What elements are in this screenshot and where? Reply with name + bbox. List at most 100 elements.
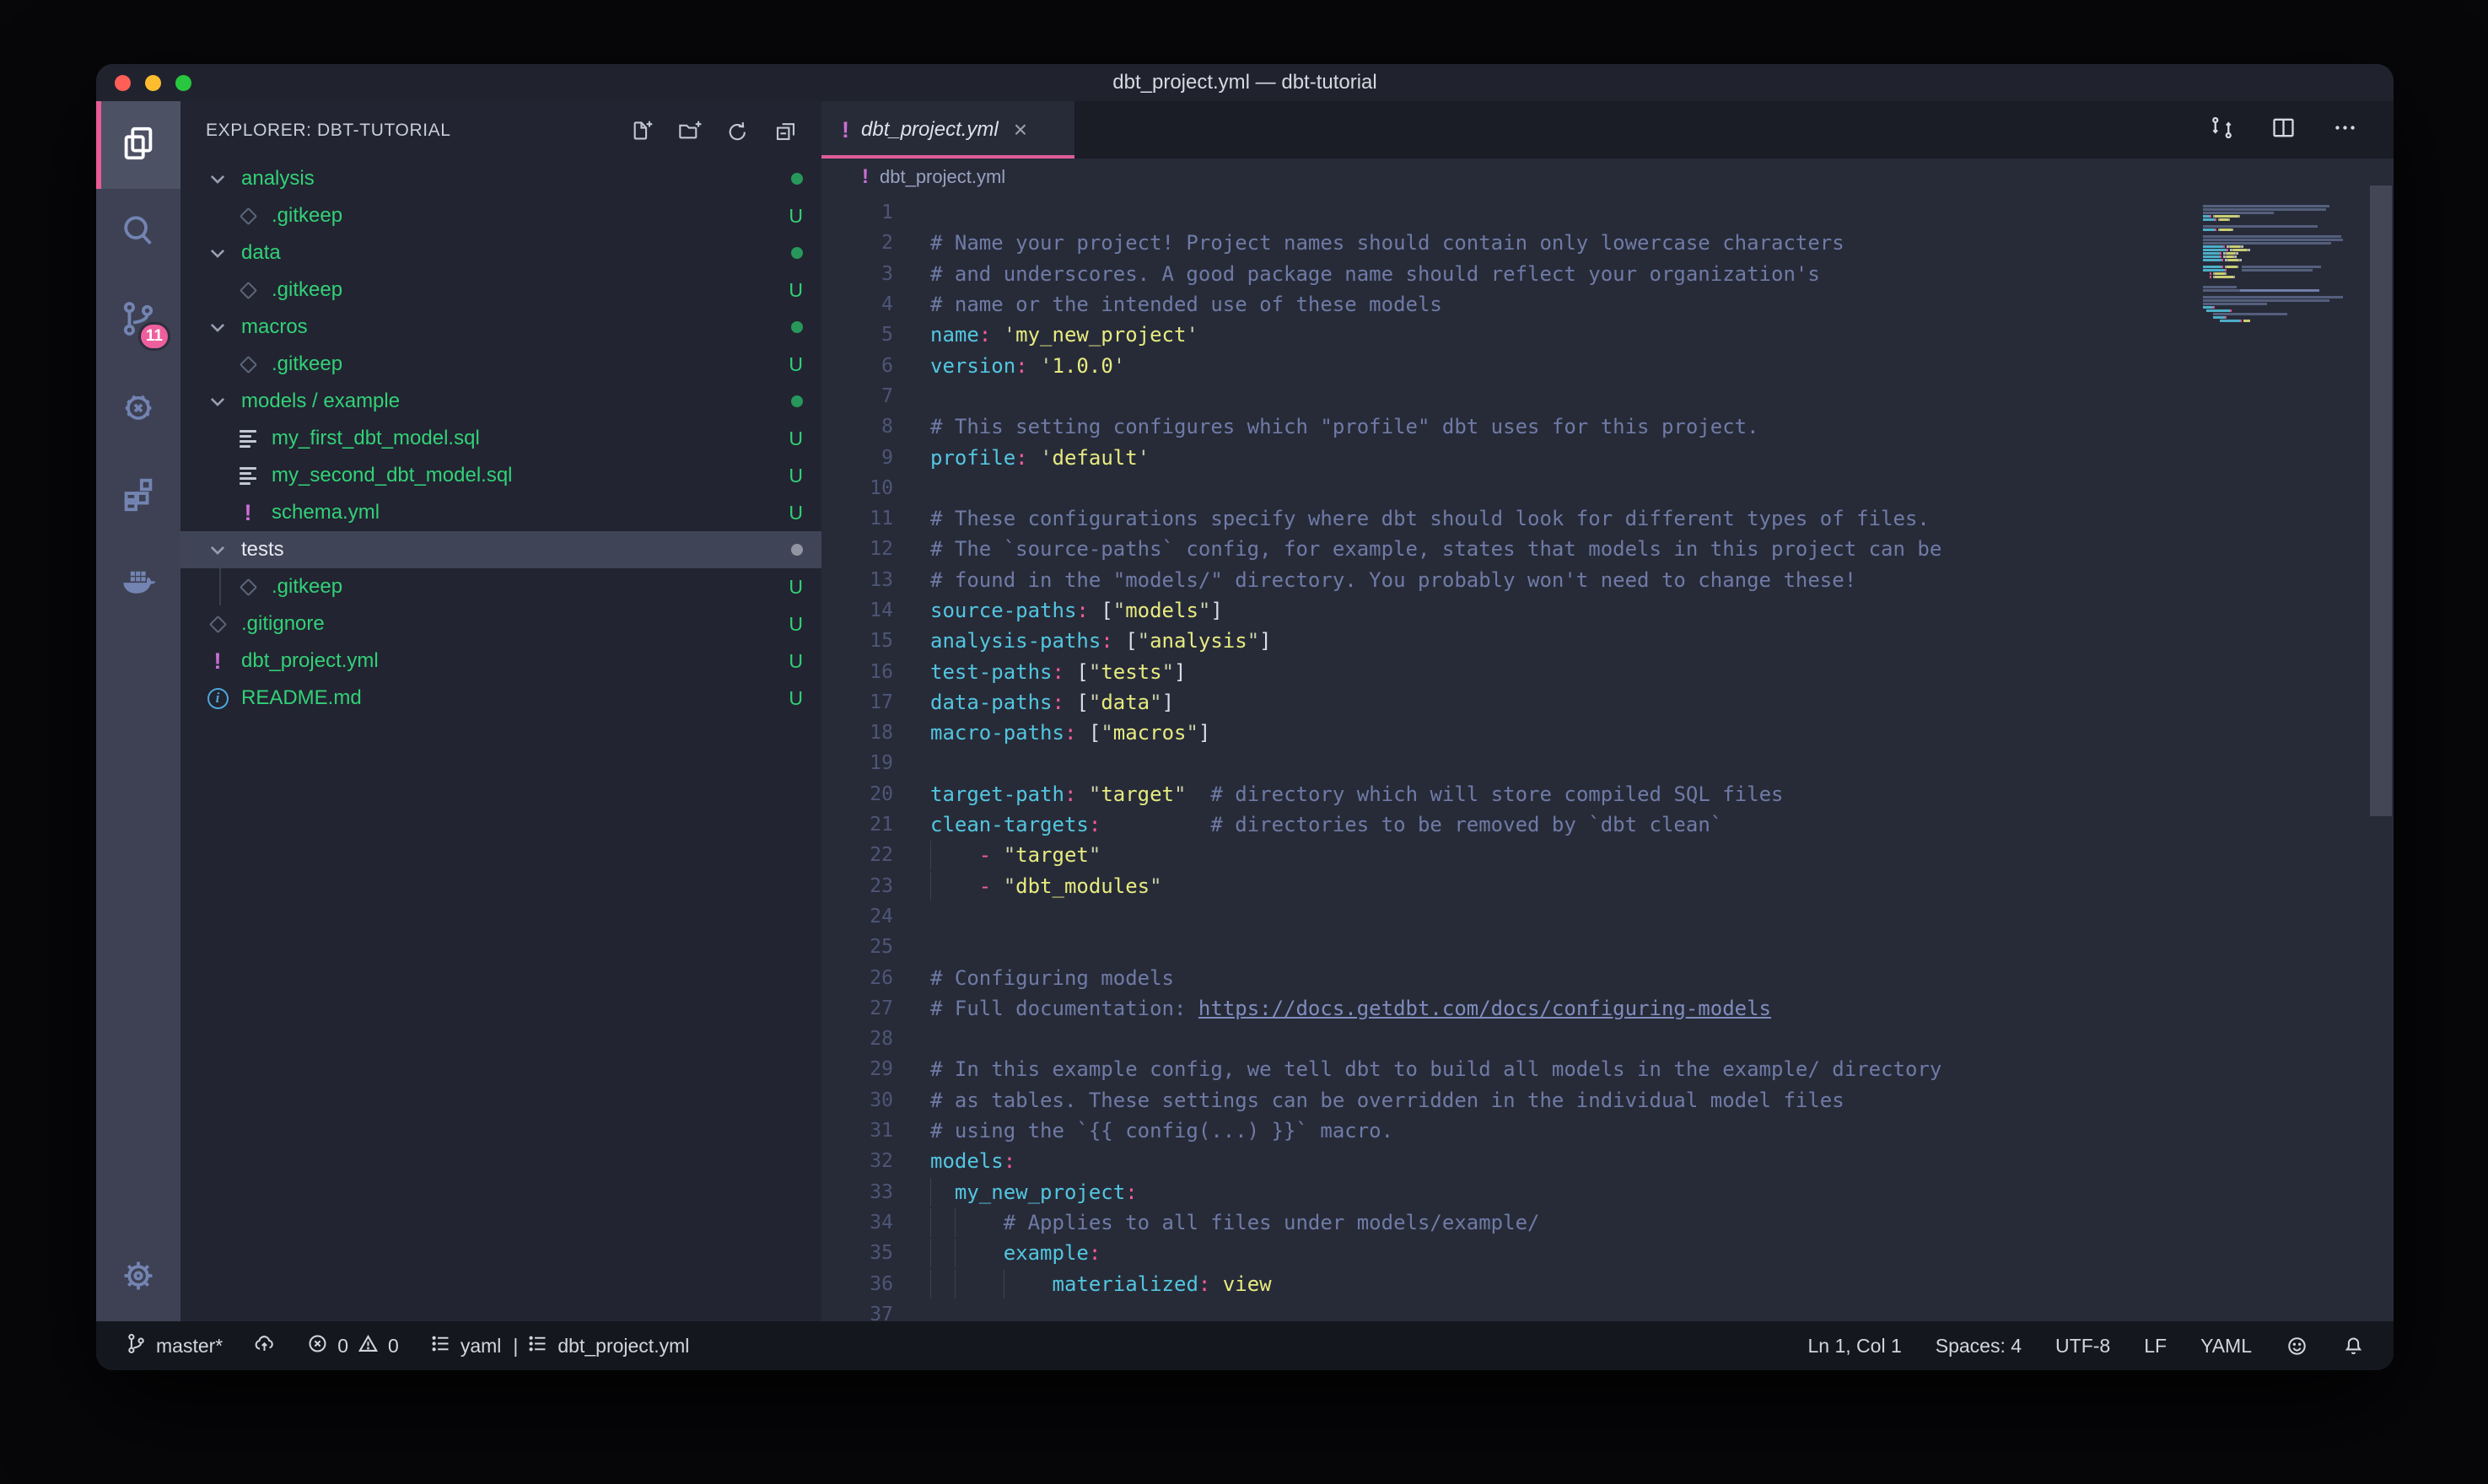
tree-file--gitkeep[interactable]: .gitkeepU: [180, 568, 821, 605]
encoding-setting[interactable]: UTF-8: [2055, 1335, 2110, 1358]
cursor-position[interactable]: Ln 1, Col 1: [1808, 1335, 1902, 1358]
collapse-all-icon[interactable]: [773, 119, 798, 143]
code-line-32[interactable]: 32models:: [821, 1146, 2394, 1176]
close-window-button[interactable]: [115, 75, 131, 91]
code-line-6[interactable]: 6version: '1.0.0': [821, 350, 2394, 380]
line-content: # found in the "models/" directory. You …: [893, 568, 1856, 592]
tree-file-schema-yml[interactable]: !schema.ymlU: [180, 494, 821, 531]
code-line-21[interactable]: 21clean-targets: # directories to be rem…: [821, 809, 2394, 840]
tree-file-readme-md[interactable]: iREADME.mdU: [180, 680, 821, 717]
code-line-31[interactable]: 31# using the `{{ config(...) }}` macro.: [821, 1116, 2394, 1146]
code-editor[interactable]: 12# Name your project! Project names sho…: [821, 196, 2394, 1321]
code-line-8[interactable]: 8# This setting configures which "profil…: [821, 411, 2394, 442]
code-line-23[interactable]: 23 - "dbt_modules": [821, 871, 2394, 901]
git-file-icon: [234, 581, 261, 594]
code-line-14[interactable]: 14source-paths: ["models"]: [821, 595, 2394, 626]
tree-folder-data[interactable]: data: [180, 234, 821, 272]
code-line-16[interactable]: 16test-paths: ["tests"]: [821, 656, 2394, 686]
tree-file-my-second-dbt-model-sql[interactable]: my_second_dbt_model.sqlU: [180, 457, 821, 494]
line-content: target-path: "target" # directory which …: [893, 782, 1784, 806]
code-line-27[interactable]: 27# Full documentation: https://docs.get…: [821, 993, 2394, 1024]
tree-file-my-first-dbt-model-sql[interactable]: my_first_dbt_model.sqlU: [180, 420, 821, 457]
code-line-34[interactable]: 34 # Applies to all files under models/e…: [821, 1207, 2394, 1238]
tree-file--gitkeep[interactable]: .gitkeepU: [180, 197, 821, 234]
problems-status[interactable]: 0 0: [306, 1332, 399, 1360]
activity-run-and-debug[interactable]: [96, 364, 180, 452]
code-line-37[interactable]: 37: [821, 1299, 2394, 1321]
code-line-3[interactable]: 3# and underscores. A good package name …: [821, 259, 2394, 289]
active-file-status: dbt_project.yml: [557, 1335, 689, 1358]
readme-info-icon: i: [204, 688, 231, 709]
split-editor-icon[interactable]: [2270, 115, 2297, 145]
code-line-20[interactable]: 20target-path: "target" # directory whic…: [821, 779, 2394, 809]
tree-item-label: .gitkeep: [272, 575, 342, 599]
more-actions-icon[interactable]: [2332, 115, 2358, 145]
git-file-icon: [234, 210, 261, 223]
editor-scrollbar[interactable]: [2370, 186, 2392, 816]
new-file-icon[interactable]: [629, 119, 654, 143]
code-line-24[interactable]: 24: [821, 901, 2394, 932]
new-folder-icon[interactable]: [677, 119, 702, 143]
tree-folder-tests[interactable]: tests: [180, 531, 821, 568]
feedback-smiley-icon[interactable]: [2286, 1335, 2308, 1358]
tree-file-dbt-project-yml[interactable]: !dbt_project.ymlU: [180, 643, 821, 680]
code-line-22[interactable]: 22 - "target": [821, 840, 2394, 870]
activity-docker[interactable]: [96, 540, 180, 627]
indent-guide: [219, 568, 221, 605]
line-number: 26: [821, 967, 893, 989]
code-line-18[interactable]: 18macro-paths: ["macros"]: [821, 718, 2394, 748]
activity-explorer[interactable]: [96, 101, 180, 189]
code-line-7[interactable]: 7: [821, 381, 2394, 411]
indentation-setting[interactable]: Spaces: 4: [1936, 1335, 2022, 1358]
code-line-5[interactable]: 5name: 'my_new_project': [821, 320, 2394, 350]
minimap[interactable]: [2203, 201, 2353, 325]
tab-dbt-project-yml[interactable]: ! dbt_project.yml ×: [821, 101, 1074, 159]
activity-search[interactable]: [96, 189, 180, 277]
code-line-19[interactable]: 19: [821, 748, 2394, 778]
refresh-icon[interactable]: [725, 119, 750, 143]
tree-folder-macros[interactable]: macros: [180, 309, 821, 346]
activity-extensions[interactable]: [96, 452, 180, 540]
code-line-28[interactable]: 28: [821, 1024, 2394, 1054]
code-line-29[interactable]: 29# In this example config, we tell dbt …: [821, 1054, 2394, 1084]
tree-file--gitkeep[interactable]: .gitkeepU: [180, 346, 821, 383]
tree-file--gitignore[interactable]: .gitignoreU: [180, 605, 821, 643]
code-line-10[interactable]: 10: [821, 473, 2394, 503]
code-line-25[interactable]: 25: [821, 932, 2394, 962]
sync-button[interactable]: [253, 1332, 276, 1360]
notifications-bell-icon[interactable]: [2342, 1335, 2365, 1358]
close-tab-icon[interactable]: ×: [1014, 116, 1027, 143]
title-bar[interactable]: dbt_project.yml — dbt-tutorial: [96, 64, 2394, 101]
line-content: # In this example config, we tell dbt to…: [893, 1057, 1941, 1081]
activity-source-control[interactable]: 11: [96, 277, 180, 364]
minimize-window-button[interactable]: [145, 75, 161, 91]
code-line-11[interactable]: 11# These configurations specify where d…: [821, 503, 2394, 534]
code-line-13[interactable]: 13# found in the "models/" directory. Yo…: [821, 565, 2394, 595]
git-branch-status[interactable]: master*: [125, 1332, 223, 1360]
code-line-17[interactable]: 17data-paths: ["data"]: [821, 687, 2394, 718]
zoom-window-button[interactable]: [175, 75, 191, 91]
breadcrumb[interactable]: ! dbt_project.yml: [821, 159, 2394, 196]
language-mode[interactable]: YAML: [2200, 1335, 2252, 1358]
code-line-35[interactable]: 35 example:: [821, 1238, 2394, 1268]
code-line-15[interactable]: 15analysis-paths: ["analysis"]: [821, 626, 2394, 656]
yaml-lint-status[interactable]: yaml | dbt_project.yml: [429, 1332, 690, 1360]
code-line-33[interactable]: 33 my_new_project:: [821, 1177, 2394, 1207]
line-number: 23: [821, 875, 893, 897]
code-line-1[interactable]: 1: [821, 197, 2394, 228]
code-line-36[interactable]: 36 materialized: view: [821, 1268, 2394, 1298]
tree-folder-models-example[interactable]: models / example: [180, 383, 821, 420]
code-line-4[interactable]: 4# name or the intended use of these mod…: [821, 289, 2394, 320]
code-line-26[interactable]: 26# Configuring models: [821, 962, 2394, 992]
code-line-2[interactable]: 2# Name your project! Project names shou…: [821, 228, 2394, 258]
line-content: source-paths: ["models"]: [893, 599, 1223, 622]
breadcrumb-file[interactable]: dbt_project.yml: [880, 166, 1005, 188]
code-line-12[interactable]: 12# The `source-paths` config, for examp…: [821, 534, 2394, 564]
tree-file--gitkeep[interactable]: .gitkeepU: [180, 272, 821, 309]
tree-folder-analysis[interactable]: analysis: [180, 160, 821, 197]
open-changes-icon[interactable]: [2209, 115, 2235, 145]
eol-setting[interactable]: LF: [2144, 1335, 2167, 1358]
code-line-9[interactable]: 9profile: 'default': [821, 442, 2394, 472]
code-line-30[interactable]: 30# as tables. These settings can be ove…: [821, 1085, 2394, 1116]
activity-manage[interactable]: [96, 1234, 180, 1321]
